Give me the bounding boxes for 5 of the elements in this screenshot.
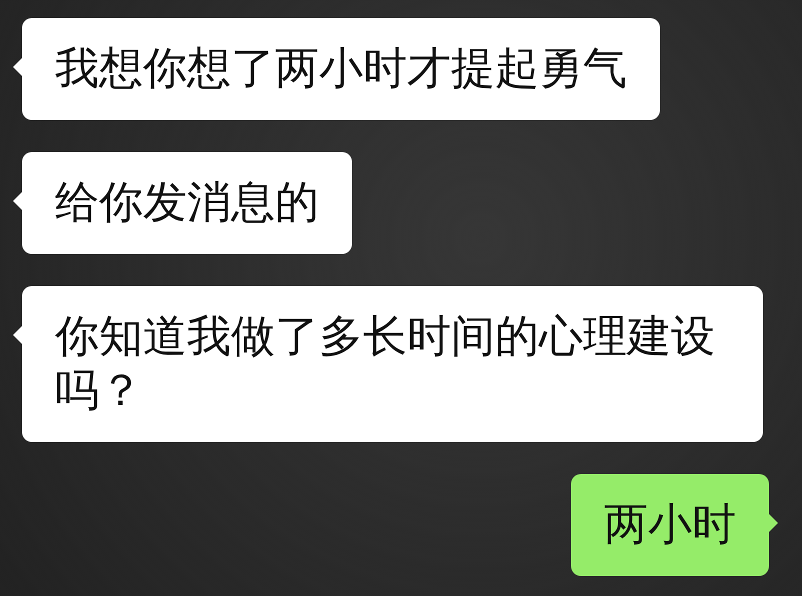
message-bubble: 给你发消息的 <box>22 152 352 254</box>
bubble-tail <box>769 514 778 532</box>
message-bubble: 两小时 <box>571 474 769 576</box>
message-bubble: 我想你想了两小时才提起勇气 <box>22 18 660 120</box>
message-bubble: 你知道我做了多长时间的心理建设吗？ <box>22 286 763 442</box>
